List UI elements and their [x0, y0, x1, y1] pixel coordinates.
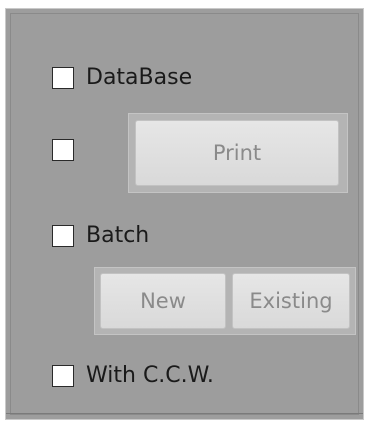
print-button-group: Print: [128, 113, 348, 193]
batch-label: Batch: [86, 223, 150, 248]
window-frame: DataBase Print Batch New Existing With C…: [0, 0, 375, 430]
new-button[interactable]: New: [100, 273, 226, 329]
existing-button[interactable]: Existing: [232, 273, 350, 329]
panel-divider: [6, 413, 363, 414]
batch-button-group: New Existing: [94, 267, 356, 335]
options-panel: DataBase Print Batch New Existing With C…: [5, 8, 364, 420]
with-ccw-label: With C.C.W.: [86, 363, 214, 388]
print-option-checkbox[interactable]: [52, 139, 74, 161]
with-ccw-checkbox[interactable]: [52, 365, 74, 387]
batch-checkbox[interactable]: [52, 225, 74, 247]
database-label: DataBase: [86, 65, 193, 90]
print-button[interactable]: Print: [135, 120, 339, 186]
database-checkbox[interactable]: [52, 67, 74, 89]
